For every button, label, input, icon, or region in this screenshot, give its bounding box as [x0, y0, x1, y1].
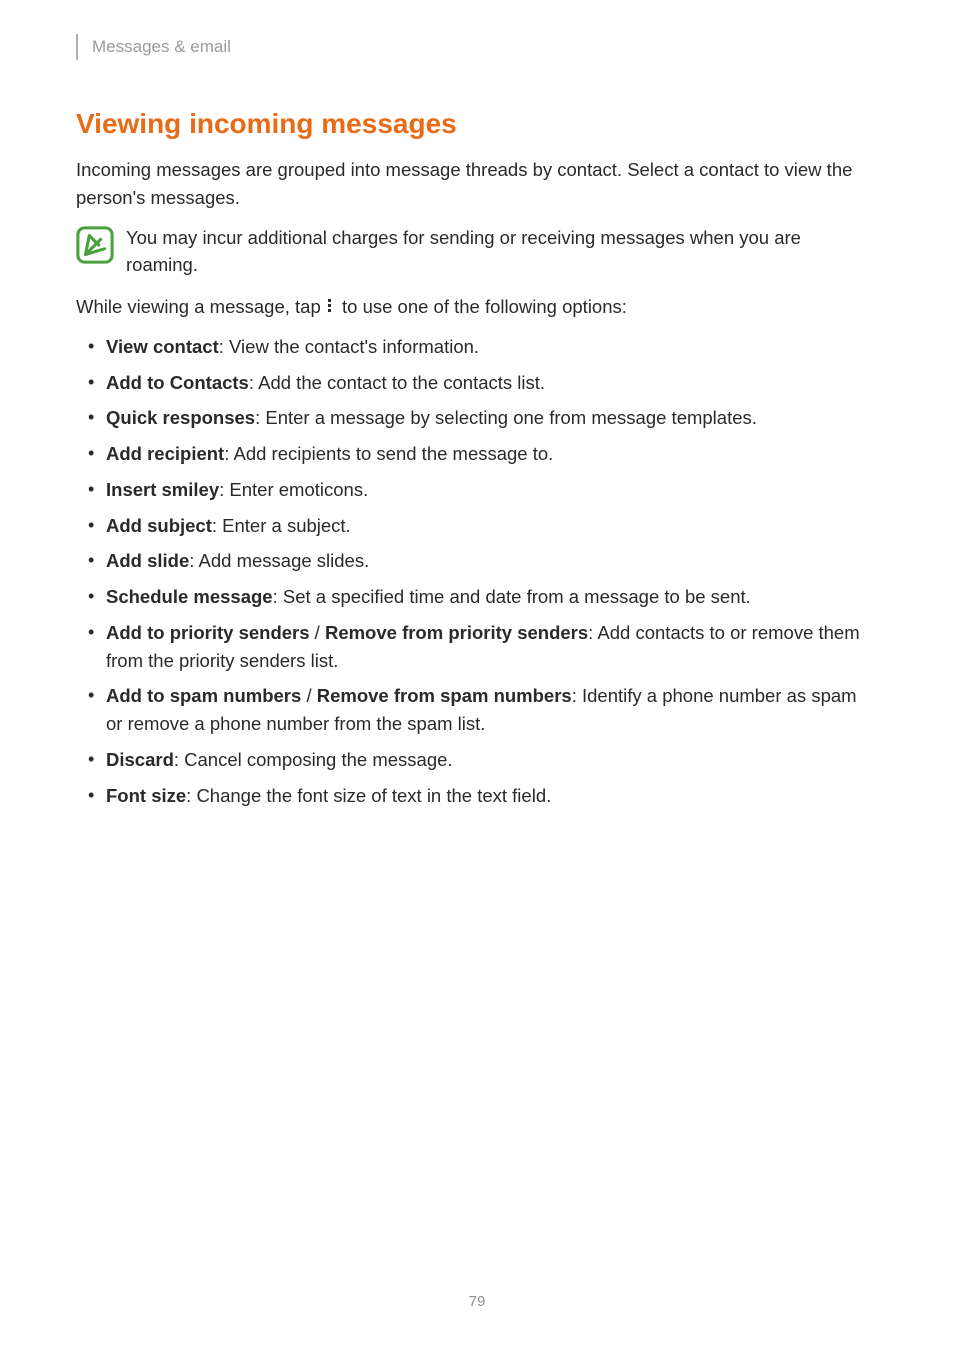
list-item: Quick responses: Enter a message by sele… [106, 404, 878, 432]
options-list: View contact: View the contact's informa… [76, 333, 878, 810]
tap-instruction: While viewing a message, tap to use one … [76, 293, 878, 321]
tap-line-post: to use one of the following options: [337, 296, 627, 317]
option-desc: : Enter emoticons. [219, 479, 368, 500]
list-item: Add slide: Add message slides. [106, 547, 878, 575]
option-label: Font size [106, 785, 186, 806]
list-item: Add subject: Enter a subject. [106, 512, 878, 540]
tap-line-pre: While viewing a message, tap [76, 296, 326, 317]
list-item: Add to Contacts: Add the contact to the … [106, 369, 878, 397]
list-item: Discard: Cancel composing the message. [106, 746, 878, 774]
option-desc: : Set a specified time and date from a m… [273, 586, 751, 607]
note-callout: You may incur additional charges for sen… [76, 224, 878, 280]
option-desc: : Enter a message by selecting one from … [255, 407, 757, 428]
option-label: Discard [106, 749, 174, 770]
option-label: Add slide [106, 550, 189, 571]
list-item: Schedule message: Set a specified time a… [106, 583, 878, 611]
page: Messages & email Viewing incoming messag… [0, 0, 954, 1350]
option-desc: : Cancel composing the message. [174, 749, 453, 770]
more-options-icon [328, 299, 334, 314]
option-label-alt: Remove from priority senders [325, 622, 588, 643]
option-label: Quick responses [106, 407, 255, 428]
option-label-alt: Remove from spam numbers [317, 685, 572, 706]
list-item: Add to spam numbers / Remove from spam n… [106, 682, 878, 738]
breadcrumb: Messages & email [92, 37, 231, 57]
list-item: Font size: Change the font size of text … [106, 782, 878, 810]
option-label: Add recipient [106, 443, 224, 464]
intro-paragraph: Incoming messages are grouped into messa… [76, 156, 878, 212]
note-icon [76, 226, 114, 264]
list-item: Insert smiley: Enter emoticons. [106, 476, 878, 504]
option-desc: : Add recipients to send the message to. [224, 443, 553, 464]
note-text: You may incur additional charges for sen… [126, 224, 878, 280]
section-title: Viewing incoming messages [76, 108, 878, 140]
option-label: Add subject [106, 515, 212, 536]
option-label: View contact [106, 336, 219, 357]
option-desc: : Add message slides. [189, 550, 369, 571]
option-desc: : Add the contact to the contacts list. [249, 372, 545, 393]
option-label: Insert smiley [106, 479, 219, 500]
list-item: View contact: View the contact's informa… [106, 333, 878, 361]
header-bar-decoration [76, 34, 78, 60]
list-item: Add recipient: Add recipients to send th… [106, 440, 878, 468]
option-desc: : Change the font size of text in the te… [186, 785, 551, 806]
list-item: Add to priority senders / Remove from pr… [106, 619, 878, 675]
option-desc: : Enter a subject. [212, 515, 351, 536]
page-number: 79 [0, 1293, 954, 1310]
page-header: Messages & email [76, 0, 878, 90]
option-desc: : View the contact's information. [219, 336, 479, 357]
option-label: Schedule message [106, 586, 273, 607]
option-label: Add to spam numbers [106, 685, 301, 706]
option-label: Add to Contacts [106, 372, 249, 393]
option-label: Add to priority senders [106, 622, 310, 643]
